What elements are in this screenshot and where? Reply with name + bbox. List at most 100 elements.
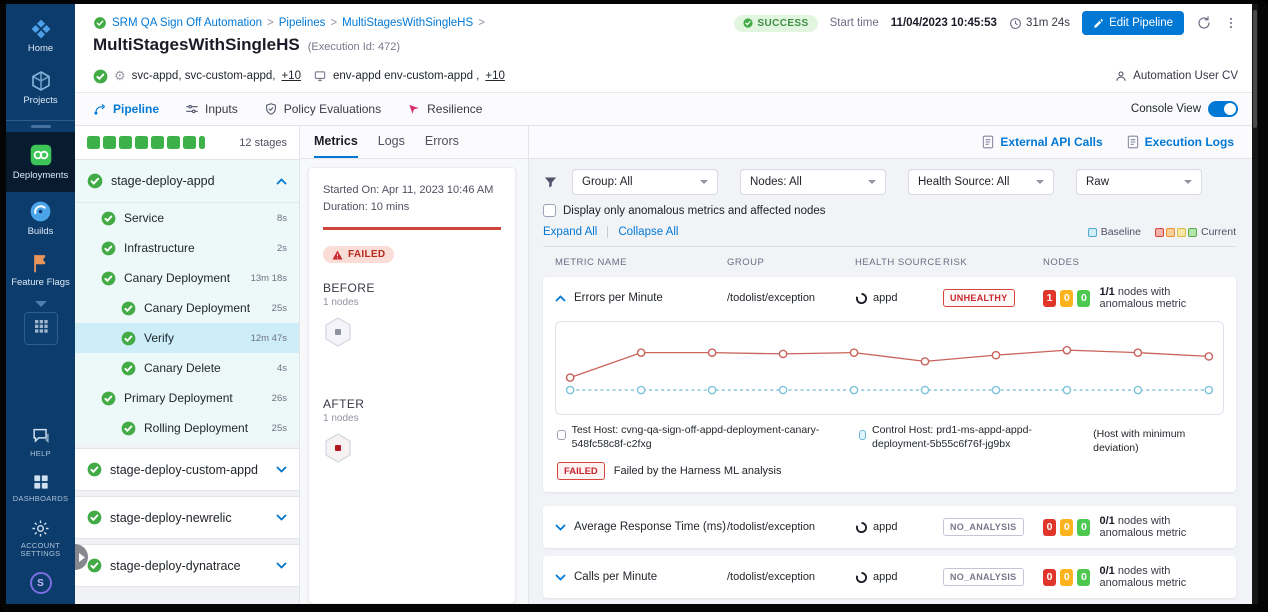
step-canary-delete[interactable]: Canary Delete4s — [75, 353, 299, 383]
log-links-row: External API Calls Execution Logs — [529, 126, 1252, 159]
external-api-calls-link[interactable]: External API Calls — [982, 135, 1102, 149]
filter-dropdown-raw[interactable]: Raw — [1076, 169, 1202, 195]
metric-card-calls-per-minute: Calls per Minute /todolist/exception app… — [543, 556, 1236, 598]
sidebar-item-feature-flags[interactable]: Feature Flags — [6, 245, 75, 296]
metric-row[interactable]: Errors per Minute /todolist/exception ap… — [543, 277, 1236, 319]
tab-metrics[interactable]: Metrics — [314, 134, 358, 158]
chevron-down-icon[interactable] — [276, 466, 287, 473]
after-label: AFTER — [323, 397, 501, 411]
harness-app-window: HomeProjects DeploymentsBuildsFeature Fla… — [6, 4, 1252, 604]
scrollbar-thumb[interactable] — [1253, 10, 1257, 128]
filter-icon[interactable] — [543, 175, 558, 190]
inputs-icon — [185, 102, 199, 116]
stage-item-stage-deploy-dynatrace[interactable]: stage-deploy-dynatrace — [75, 544, 299, 587]
chevron-up-icon[interactable] — [276, 178, 287, 185]
collapse-all-link[interactable]: Collapse All — [618, 226, 678, 238]
step-infrastructure[interactable]: Infrastructure2s — [75, 233, 299, 263]
stage-item-stage-deploy-newrelic[interactable]: stage-deploy-newrelic — [75, 496, 299, 539]
chevron-up-icon[interactable] — [555, 295, 566, 302]
tab-pipeline[interactable]: Pipeline — [93, 102, 159, 116]
tab-logs[interactable]: Logs — [378, 134, 405, 158]
metric-row[interactable]: Average Response Time (ms) /todolist/exc… — [543, 506, 1236, 548]
environments-more-link[interactable]: +10 — [485, 70, 505, 82]
started-on-text: Started On: Apr 11, 2023 10:46 AM — [323, 182, 501, 199]
services-environments: ⚙ svc-appd, svc-custom-appd, +10 env-app… — [93, 68, 505, 84]
step-primary-deployment[interactable]: Primary Deployment26s — [75, 383, 299, 413]
expand-all-link[interactable]: Expand All — [543, 226, 597, 238]
before-node-hexagon[interactable] — [323, 316, 501, 353]
help-icon — [30, 425, 52, 447]
after-nodes-count: 1 nodes — [323, 413, 501, 424]
current-green-swatch — [1188, 228, 1197, 237]
chevron-down-icon[interactable] — [555, 574, 566, 581]
sidebar-item-home[interactable]: Home — [6, 10, 75, 62]
metric-row[interactable]: Calls per Minute /todolist/exception app… — [543, 556, 1236, 598]
refresh-button[interactable] — [1196, 15, 1212, 31]
pipeline-tabbar: Pipeline Inputs Policy Evaluations Resil… — [75, 93, 1252, 126]
filter-dropdown-nodes-all[interactable]: Nodes: All — [740, 169, 886, 195]
step-verify[interactable]: Verify12m 47s — [75, 323, 299, 353]
step-rolling-deployment[interactable]: Rolling Deployment25s — [75, 413, 299, 443]
tab-errors[interactable]: Errors — [425, 134, 459, 158]
test-host-checkbox[interactable] — [557, 430, 566, 440]
services-more-link[interactable]: +10 — [281, 70, 301, 82]
more-options-button[interactable] — [1224, 15, 1238, 31]
sidebar-item-builds[interactable]: Builds — [6, 192, 75, 245]
filter-dropdown-health-source-all[interactable]: Health Source: All — [908, 169, 1054, 195]
chevron-down-icon[interactable] — [555, 524, 566, 531]
step-success-icon — [101, 391, 116, 406]
step-canary-deployment[interactable]: Canary Deployment13m 18s — [75, 263, 299, 293]
filter-dropdowns: Group: All Nodes: All Health Source: All Ra… — [572, 169, 1202, 195]
metric-card-errors-per-minute: Errors per Minute /todolist/exception ap… — [543, 277, 1236, 492]
appdynamics-icon — [855, 292, 868, 305]
after-node-hexagon[interactable] — [323, 432, 501, 469]
breadcrumb-pipeline[interactable]: MultiStagesWithSingleHS — [342, 17, 473, 29]
step-service[interactable]: Service8s — [75, 203, 299, 233]
failed-badge: FAILED — [557, 462, 605, 480]
window-scrollbar[interactable] — [1252, 4, 1258, 604]
policy-shield-icon — [264, 102, 278, 116]
stage-count: 12 stages — [239, 137, 287, 149]
breadcrumb-project[interactable]: SRM QA Sign Off Automation — [112, 17, 262, 29]
services-gear-icon: ⚙ — [114, 68, 126, 84]
console-view-toggle[interactable] — [1208, 101, 1238, 117]
metrics-panel: External API Calls Execution Logs Group:… — [529, 126, 1252, 604]
sidebar-item-deployments[interactable]: Deployments — [6, 132, 75, 192]
metrics-filters: Group: All Nodes: All Health Source: All Ra… — [543, 169, 1236, 195]
metrics-table-header: METRIC NAME GROUP HEALTH SOURCE RISK NOD… — [543, 247, 1236, 277]
breadcrumb-pipelines[interactable]: Pipelines — [279, 17, 326, 29]
execution-logs-link[interactable]: Execution Logs — [1127, 135, 1234, 149]
metric-card-avg-response-time: Average Response Time (ms) /todolist/exc… — [543, 506, 1236, 548]
step-canary-deployment[interactable]: Canary Deployment25s — [75, 293, 299, 323]
sidebar-item-account-settings[interactable]: ACCOUNT SETTINGS — [6, 511, 75, 566]
control-host-checkbox[interactable] — [859, 430, 866, 440]
user-avatar[interactable]: S — [30, 572, 52, 594]
stage-item-deploy-appd[interactable]: stage-deploy-appd — [75, 160, 299, 203]
stage-success-icon — [87, 173, 103, 189]
anomalous-checkbox[interactable] — [543, 204, 556, 217]
appdynamics-icon — [855, 521, 868, 534]
execution-id: (Execution Id: 472) — [308, 41, 400, 53]
sidebar-item-dashboards[interactable]: DASHBOARDS — [6, 465, 75, 511]
step-success-icon — [101, 271, 116, 286]
nodes-red-count: 0 — [1043, 519, 1056, 536]
tab-inputs[interactable]: Inputs — [185, 102, 238, 116]
chevron-down-icon[interactable] — [276, 562, 287, 569]
chevron-down-icon[interactable] — [276, 514, 287, 521]
module-selector-icon[interactable] — [24, 312, 58, 345]
sidebar-item-projects[interactable]: Projects — [6, 62, 75, 114]
control-host-item: Control Host: prd1-ms-appd-appd-deployme… — [859, 423, 1076, 451]
sidebar-item-help[interactable]: HELP — [6, 418, 75, 466]
project-success-icon — [93, 16, 107, 30]
stage-item-stage-deploy-custom-appd[interactable]: stage-deploy-custom-appd — [75, 448, 299, 491]
nodes-green-count: 0 — [1077, 519, 1090, 536]
document-icon — [1127, 135, 1139, 149]
tab-policy-evaluations[interactable]: Policy Evaluations — [264, 102, 381, 116]
sidebar-chevron-down-icon[interactable] — [6, 296, 75, 310]
ml-analysis-result: FAILED Failed by the Harness ML analysis — [557, 462, 1222, 480]
tab-resilience[interactable]: Resilience — [407, 102, 482, 116]
legend-current: Current — [1155, 226, 1236, 238]
edit-pipeline-button[interactable]: Edit Pipeline — [1082, 11, 1184, 35]
step-success-icon — [121, 331, 136, 346]
filter-dropdown-group-all[interactable]: Group: All — [572, 169, 718, 195]
